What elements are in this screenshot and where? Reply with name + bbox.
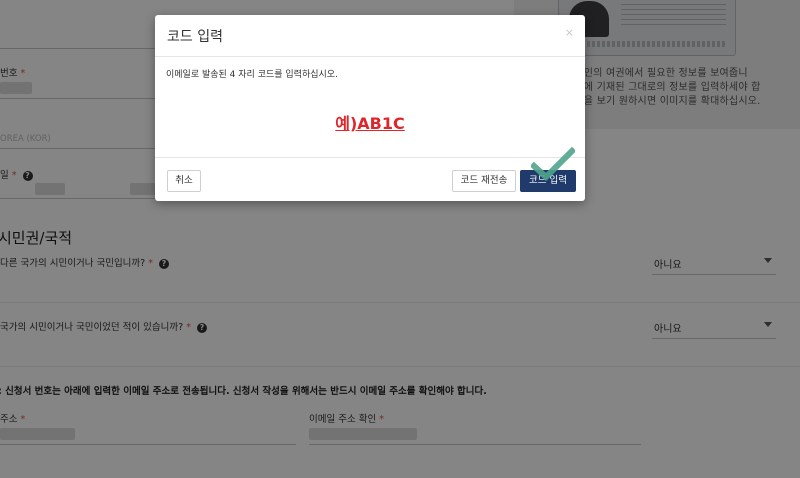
resend-code-button[interactable]: 코드 재전송 [452, 170, 516, 192]
modal-header: 코드 입력 × [155, 15, 585, 57]
code-example: 예)AB1C [335, 114, 405, 133]
close-icon[interactable]: × [565, 26, 574, 39]
code-entry-modal: 코드 입력 × 이메일로 발송된 4 자리 코드를 입력하십시오. 예)AB1C… [155, 15, 585, 201]
cancel-button[interactable]: 취소 [167, 170, 201, 192]
modal-instruction: 이메일로 발송된 4 자리 코드를 입력하십시오. [166, 70, 338, 80]
submit-code-button[interactable]: 코드 입력 [520, 170, 576, 192]
modal-title: 코드 입력 [167, 29, 223, 45]
